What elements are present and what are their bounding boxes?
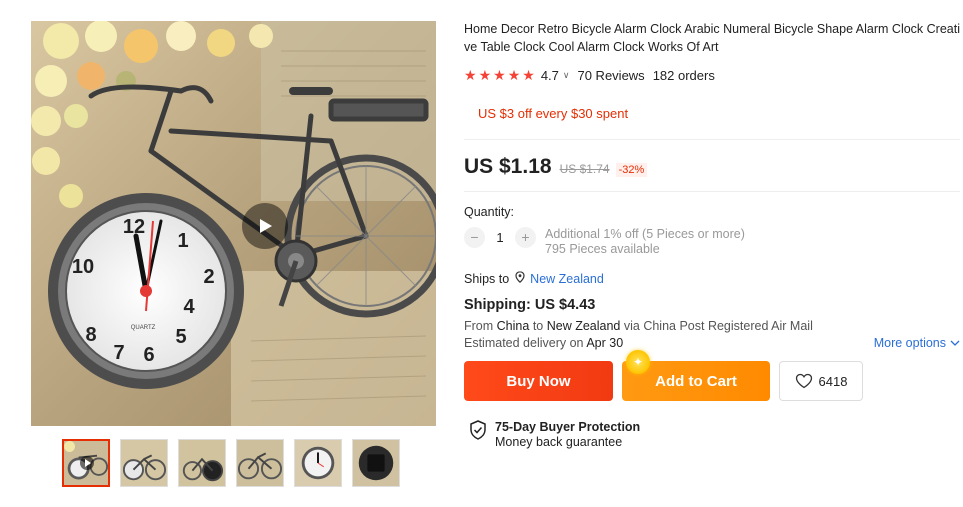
thumbnail-bicycle-angle-image	[237, 440, 283, 486]
svg-text:1: 1	[177, 230, 188, 252]
thumbnail-bicycle-side-image	[121, 440, 167, 486]
thumbnail-1[interactable]	[62, 439, 110, 487]
heart-icon	[795, 373, 812, 389]
chevron-down-icon	[950, 340, 960, 346]
protection-subtitle: Money back guarantee	[495, 435, 623, 449]
price-row: US $1.18 US $1.74 -32%	[464, 155, 960, 192]
product-title: Home Decor Retro Bicycle Alarm Clock Ara…	[464, 22, 960, 54]
svg-text:10: 10	[72, 256, 94, 278]
promo-banner: US $3 off every $30 spent	[464, 100, 960, 140]
delivery-date: Apr 30	[586, 336, 624, 350]
rating-value[interactable]: 4.7	[541, 68, 559, 83]
buyer-protection: 75-Day Buyer Protection Money back guara…	[469, 420, 960, 450]
product-main-image[interactable]: 12 1 2 10 8 7 6 5 4 QUARTZ	[31, 21, 436, 426]
delivery-row: Estimated delivery on Apr 30 More option…	[464, 335, 960, 352]
thumbnail-play-icon	[80, 456, 94, 470]
shipping-to-country: New Zealand	[546, 319, 621, 333]
thumbnail-4[interactable]	[236, 439, 284, 487]
shipping-from-prefix: From	[464, 319, 494, 333]
orders-count: 182 orders	[652, 67, 715, 83]
discount-badge: -32%	[615, 163, 648, 177]
product-info-panel: Home Decor Retro Bicycle Alarm Clock Ara…	[464, 20, 960, 450]
thumbnail-3[interactable]	[178, 439, 226, 487]
action-buttons: Buy Now ✦ Add to Cart 6418	[464, 350, 960, 401]
thumbnail-bicycle-back-image	[179, 440, 225, 486]
rating-row: ★ ★ ★ ★ ★ 4.7 ∨ 70 Reviews 182 orders	[464, 66, 960, 84]
star-icon: ★	[522, 67, 535, 83]
wishlist-button[interactable]: 6418	[779, 361, 863, 401]
thumbnail-2[interactable]	[120, 439, 168, 487]
quantity-label: Quantity:	[464, 205, 515, 219]
thumbnail-6[interactable]	[352, 439, 400, 487]
svg-text:4: 4	[183, 296, 195, 318]
thumbnail-5[interactable]	[294, 439, 342, 487]
ships-to-row: Ships to New Zealand	[464, 271, 960, 286]
svg-text:7: 7	[113, 342, 124, 364]
delivery-prefix: Estimated delivery on	[464, 336, 584, 350]
rating-stars: ★ ★ ★ ★ ★	[464, 68, 535, 82]
star-icon: ★	[493, 67, 506, 83]
quantity-input[interactable]: 1	[485, 227, 515, 248]
more-options-link[interactable]: More options	[874, 335, 960, 352]
estimated-delivery: Estimated delivery on Apr 30	[464, 335, 623, 352]
svg-text:8: 8	[85, 324, 96, 346]
more-options-label: More options	[873, 336, 946, 350]
promo-text: US $3 off every $30 spent	[478, 106, 629, 121]
shipping-method: via China Post Registered Air Mail	[623, 319, 813, 333]
svg-text:2: 2	[203, 266, 214, 288]
coin-icon: ✦	[626, 350, 650, 374]
add-to-cart-button[interactable]: ✦ Add to Cart	[622, 350, 770, 401]
quantity-stepper: − 1 + Additional 1% off (5 Pieces or mor…	[464, 227, 960, 257]
thumbnail-strip	[62, 439, 400, 487]
price-original: US $1.74	[559, 162, 610, 176]
stock-available-text: 795 Pieces available	[545, 242, 660, 256]
star-icon: ★	[478, 67, 492, 83]
quantity-minus-button[interactable]: −	[464, 227, 485, 248]
shipping-cost: Shipping: US $4.43	[464, 297, 596, 313]
ships-to-label: Ships to	[464, 271, 510, 286]
reviews-link[interactable]: 70 Reviews	[577, 68, 644, 83]
thumbnail-clock-face-image	[295, 440, 341, 486]
svg-text:5: 5	[175, 326, 186, 348]
shield-check-icon	[470, 420, 486, 440]
protection-title: 75-Day Buyer Protection	[495, 420, 641, 434]
shipping-from-country: China	[496, 319, 530, 333]
star-icon: ★	[507, 67, 521, 83]
ships-to-country-link[interactable]: New Zealand	[530, 272, 604, 286]
clock-brand-label: QUARTZ	[131, 325, 156, 331]
shipping-route: From China to New Zealand via China Post…	[464, 318, 960, 335]
wishlist-count: 6418	[818, 373, 848, 389]
svg-text:6: 6	[143, 344, 154, 366]
location-pin-icon	[515, 271, 525, 286]
bulk-discount-text: Additional 1% off (5 Pieces or more)	[545, 227, 745, 241]
buy-now-button[interactable]: Buy Now	[464, 361, 613, 401]
bicycle-clock-photo: 12 1 2 10 8 7 6 5 4 QUARTZ	[31, 21, 436, 426]
chevron-down-icon[interactable]: ∨	[563, 70, 570, 81]
quantity-plus-button[interactable]: +	[515, 227, 536, 248]
play-video-button[interactable]	[242, 203, 288, 249]
star-icon: ★	[464, 67, 477, 83]
thumbnail-clock-back-image	[353, 440, 399, 486]
price-current: US $1.18	[464, 155, 552, 178]
play-icon	[260, 219, 272, 233]
add-to-cart-label: Add to Cart	[655, 372, 737, 390]
quantity-note: Additional 1% off (5 Pieces or more) 795…	[545, 227, 745, 257]
shipping-to-prefix: to	[532, 319, 544, 333]
